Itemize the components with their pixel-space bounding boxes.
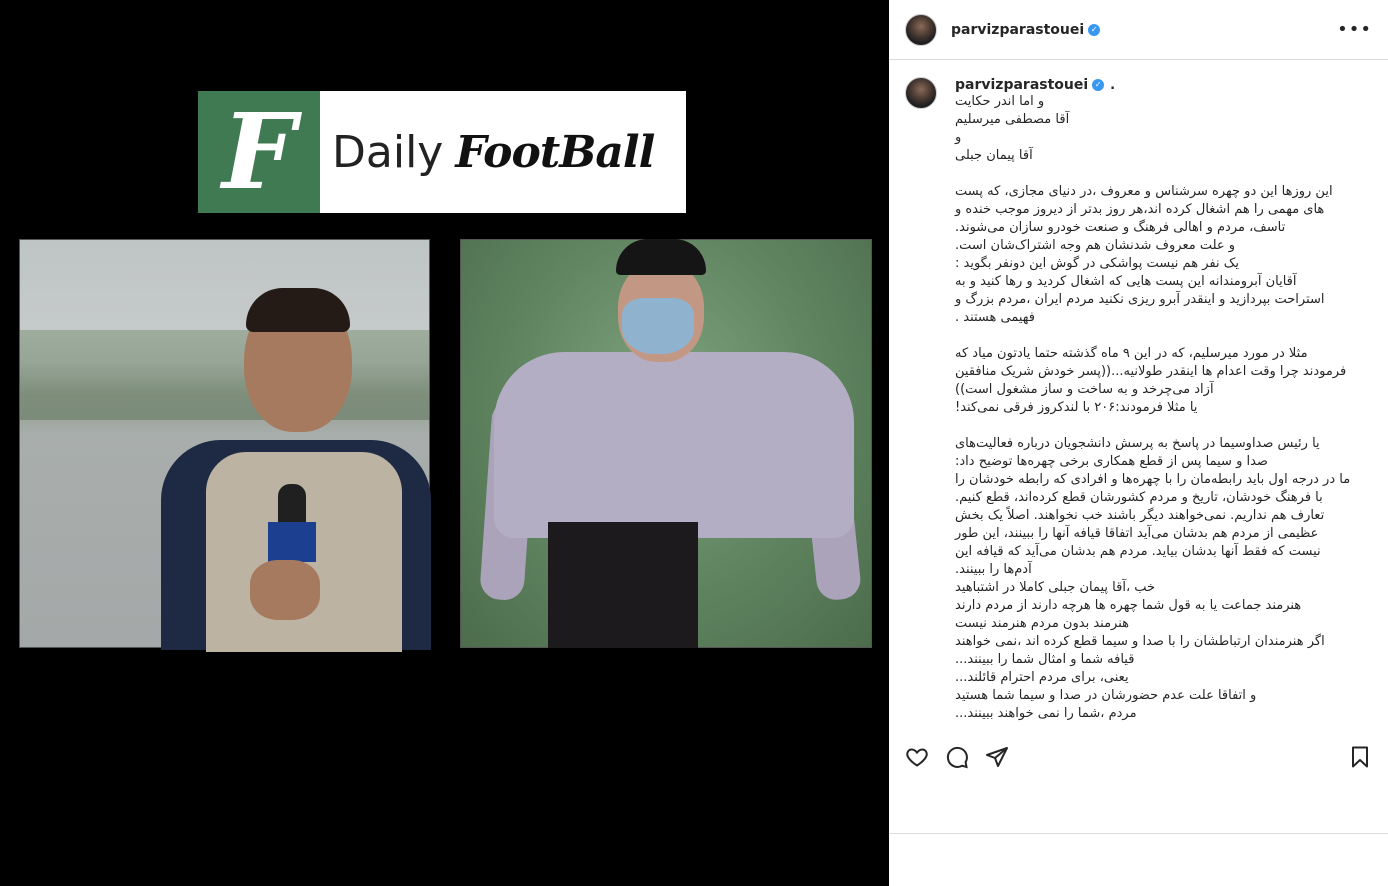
caption-line: های مهمی را هم اشغال کرده اند،هر روز بدت… [955, 202, 1325, 217]
man-trousers [548, 522, 698, 648]
comment-icon[interactable] [945, 745, 969, 769]
caption-line: تعارف هم نداریم. نمی‌خواهند دیگر باشند خ… [955, 508, 1325, 523]
logo-football-text: FootBall [455, 126, 655, 178]
photo-background-trees [20, 330, 429, 420]
verified-badge-icon: ✓ [1088, 23, 1101, 36]
caption-line: یعنی، برای مردم احترام قائلند... [955, 670, 1129, 685]
caption-line [955, 417, 1372, 435]
caption-username[interactable]: parvizparastouei [955, 77, 1088, 93]
heart-icon[interactable] [905, 745, 929, 769]
caption-line: آقا پیمان جبلی [955, 148, 1033, 163]
caption-line: یا رئیس صداوسیما در پاسخ به پرسش دانشجوی… [955, 436, 1320, 451]
caption-line: مثلا در مورد میرسلیم، که در این ۹ ماه گذ… [955, 346, 1308, 361]
caption-line: صدا و سیما پس از قطع همکاری برخی چهره‌ها… [955, 454, 1268, 469]
caption-line: ما در درجه اول باید رابطه‌مان را با چهره… [955, 472, 1351, 487]
caption-line: یک نفر هم نیست پواشکی در گوش این دونفر ب… [955, 256, 1239, 271]
share-icon[interactable] [985, 745, 1009, 769]
caption-line: هنرمند بدون مردم هنرمند نیست [955, 616, 1129, 631]
caption-line: عظیمی از مردم هم بدشان می‌آید اتفاقا قیا… [955, 526, 1319, 541]
post-image[interactable]: F Daily FootBall [0, 0, 889, 886]
caption-line: یا مثلا فرمودند:۲۰۶ با لندکروز فرقی نمی‌… [955, 400, 1198, 415]
caption-line: این روزها این دو چهره سرشناس و معروف ،در… [955, 184, 1333, 199]
caption-dot: . [1110, 77, 1116, 93]
caption-area: parvizparastouei ✓ . و اما اندر حکایت آقا… [889, 61, 1388, 737]
logo-letter: F [222, 90, 296, 213]
caption-line: تاسف، مردم و اهالی فرهنگ و صنعت خودرو سا… [955, 220, 1286, 235]
caption-line: اگر هنرمندان ارتباطشان را با صدا و سیما … [955, 634, 1325, 649]
face-mask [622, 298, 694, 354]
daily-football-logo-mark: F [198, 91, 320, 213]
caption-line: هنرمند جماعت یا به قول شما چهره ها هرچه … [955, 598, 1302, 613]
caption-line: خب ،آقا پیمان جبلی کاملا در اشتباهید [955, 580, 1156, 595]
post-header: parvizparastouei ✓ ••• [889, 0, 1388, 60]
caption-line: قیافه شما و امثال شما را ببینند... [955, 652, 1135, 667]
caption-verified-badge-icon: ✓ [1092, 79, 1105, 91]
caption-avatar[interactable] [905, 77, 937, 109]
microphone-flag [268, 522, 316, 562]
logo-daily-text: Daily [332, 126, 444, 178]
caption-line: و علت معروف شدنشان هم وجه اشتراک‌شان است… [955, 238, 1236, 253]
man-cap [616, 239, 706, 275]
header-username[interactable]: parvizparastouei [951, 22, 1084, 38]
post-side-panel: parvizparastouei ✓ ••• parvizparastouei … [889, 0, 1388, 886]
caption-line: آقا مصطفی میرسلیم [955, 112, 1070, 127]
divider [889, 833, 1388, 834]
caption-line: نیست که فقط آنها بدشان بیاید. مردم هم بد… [955, 544, 1321, 559]
caption-line: آقایان آبرومندانه این پست هایی که اشغال … [955, 274, 1297, 289]
post-actions [889, 737, 1388, 777]
caption-line: استراحت بپردازید و اینقدر آبرو ریزی نکنی… [955, 292, 1325, 307]
reporter-hand [250, 560, 320, 620]
man-shirt [494, 352, 854, 538]
caption-line: و اتفاقا علت عدم حضورشان در صدا و سیما ش… [955, 688, 1257, 703]
more-icon[interactable]: ••• [1337, 19, 1372, 40]
caption-line [955, 165, 1372, 183]
caption-lines: و اما اندر حکایت آقا مصطفی میرسلیم و آقا پی… [955, 93, 1372, 723]
caption-text: parvizparastouei ✓ . و اما اندر حکایت آقا… [955, 77, 1372, 723]
caption-line: با فرهنگ خودشان، تاریخ و مردم کشورشان قط… [955, 490, 1323, 505]
caption-line: فهیمی هستند . [955, 310, 1035, 325]
daily-football-logo-wordmark: Daily FootBall [320, 91, 686, 213]
caption-line: و [955, 130, 962, 145]
caption-line: فرمودند چرا وقت اعدام ها اینقدر طولانیه.… [955, 364, 1347, 379]
caption-line: آدم‌ها را ببینند. [955, 562, 1032, 577]
caption-row: parvizparastouei ✓ . و اما اندر حکایت آقا… [905, 77, 1372, 723]
caption-line: مردم ،شما را نمی خواهند ببینند... [955, 706, 1137, 721]
instagram-post-view: F Daily FootBall parvizparastouei ✓ ••• [0, 0, 1388, 886]
caption-line [955, 327, 1372, 345]
caption-header: parvizparastouei ✓ . [955, 77, 1372, 93]
avatar[interactable] [905, 13, 937, 46]
reporter-hair [246, 288, 350, 332]
caption-line: آزاد می‌چرخد و به ساخت و ساز مشغول است)) [955, 382, 1214, 397]
caption-line: و اما اندر حکایت [955, 94, 1045, 109]
bookmark-icon[interactable] [1348, 745, 1372, 769]
